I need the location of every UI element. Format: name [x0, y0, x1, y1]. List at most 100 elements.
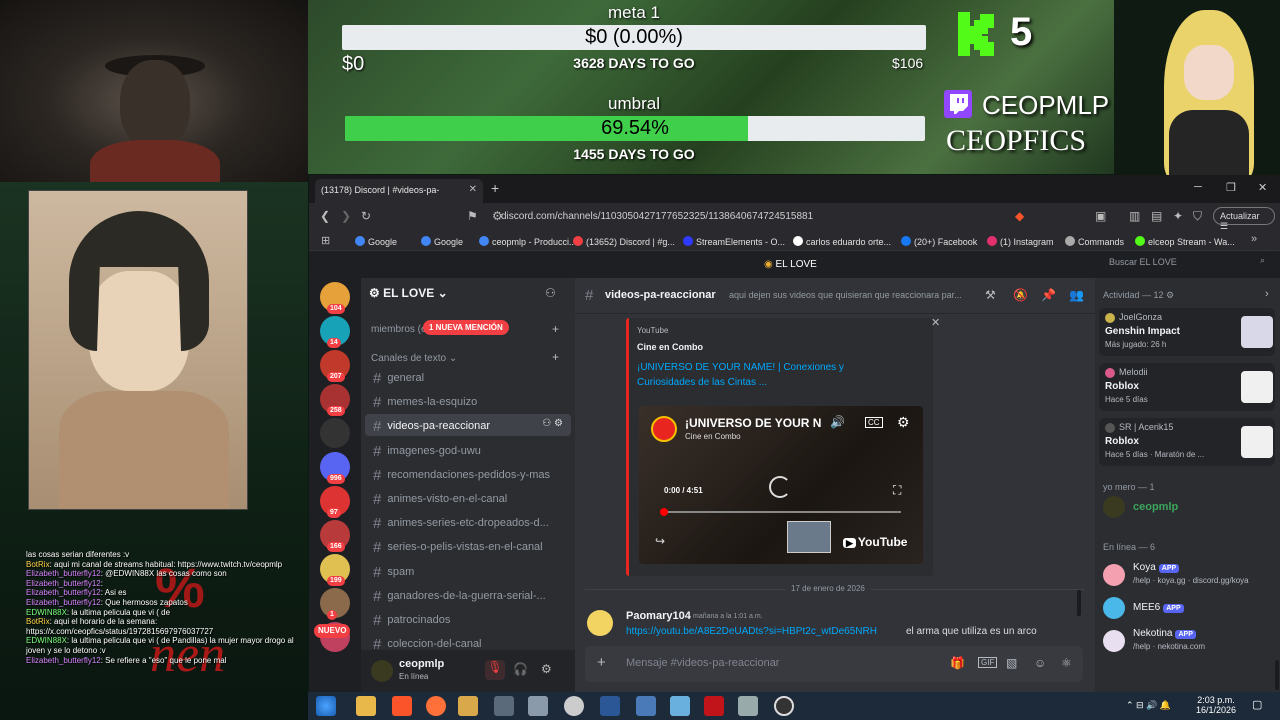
user-settings-icon[interactable]: ⚙	[541, 662, 552, 676]
notification-center-icon[interactable]: ▢	[1252, 698, 1262, 711]
member-avatar[interactable]	[1103, 496, 1125, 518]
bookmark-item[interactable]: elceop Stream - Wa...	[1135, 236, 1235, 247]
bookmark-item[interactable]: Google	[355, 236, 397, 247]
minimize-icon[interactable]: ─	[1194, 181, 1202, 193]
tray-icons[interactable]: ⌃ ⊟ 🔊 🔔	[1126, 700, 1171, 711]
filezilla-icon[interactable]	[704, 696, 724, 716]
channel-topic[interactable]: aqui dejen sus videos que quisieran que …	[729, 290, 979, 300]
start-icon[interactable]	[316, 696, 336, 716]
channel-memes-la-esquizo[interactable]: # memes-la-esquizo	[365, 390, 571, 412]
channel-videos-pa-reaccionar[interactable]: # videos-pa-reaccionar ⚇ ⚙	[365, 414, 571, 437]
vpn-icon[interactable]: ⛉	[1193, 209, 1202, 224]
forward-icon[interactable]: ❯	[341, 209, 351, 223]
obs-icon[interactable]	[774, 696, 794, 716]
apps-icon[interactable]: ⚛	[1061, 656, 1072, 670]
member-scrollbar[interactable]	[1275, 660, 1279, 690]
channel-ganadores-de-la-guerra-serial-[interactable]: # ganadores-de-la-guerra-serial-...	[365, 584, 571, 606]
headphones-icon[interactable]: 🎧	[513, 662, 528, 676]
sidebar-icon[interactable]: ▥	[1129, 209, 1140, 223]
category-label[interactable]: Canales de texto ⌄	[371, 353, 457, 364]
more-bookmarks-icon[interactable]: »	[1251, 233, 1257, 245]
player-title[interactable]: ¡UNIVERSO DE YOUR N	[685, 416, 821, 430]
activity-expand-icon[interactable]: ›	[1265, 288, 1269, 300]
player-settings-icon[interactable]: ⚙	[897, 414, 910, 431]
channel-spam[interactable]: # spam	[365, 560, 571, 582]
activity-card[interactable]: SR | Acerik15 Roblox Hace 5 días · Marat…	[1099, 418, 1275, 466]
back-icon[interactable]: ❮	[320, 209, 330, 223]
new-unread-pill[interactable]: NUEVO	[314, 624, 351, 638]
fullscreen-icon[interactable]: ⛶	[893, 483, 901, 498]
online-member[interactable]: Koya APP /help · koya.gg · discord.gg/koy…	[1099, 560, 1275, 590]
app-icon[interactable]	[494, 696, 514, 716]
channel-imagenes-god-uwu[interactable]: # imagenes-god-uwu	[365, 439, 571, 461]
user-avatar[interactable]	[371, 660, 393, 682]
online-member[interactable]: Nekotina APP /help · nekotina.com	[1099, 626, 1275, 656]
bookmark-item[interactable]: carlos eduardo orte...	[793, 236, 891, 247]
volume-icon[interactable]: 🔊	[830, 415, 845, 429]
apps-grid-icon[interactable]: ⊞	[321, 234, 330, 247]
bookmark-item[interactable]: (13652) Discord | #g...	[573, 236, 675, 247]
word-icon[interactable]	[600, 696, 620, 716]
wallet-icon[interactable]: ▤	[1151, 209, 1162, 223]
embed-author[interactable]: Cine en Combo	[637, 342, 703, 352]
threads-icon[interactable]: ⚒	[985, 288, 996, 302]
clock[interactable]: 2:03 p.m. 16/1/2026	[1196, 695, 1236, 715]
channel-animes-series-etc-dropeados-d[interactable]: # animes-series-etc-dropeados-d...	[365, 511, 571, 533]
add-channel-icon[interactable]: +	[552, 322, 559, 336]
channel-avatar[interactable]	[651, 416, 677, 442]
media-player-icon[interactable]	[458, 696, 478, 716]
channel-general[interactable]: # general	[365, 366, 571, 388]
new-mention-pill[interactable]: 1 NUEVA MENCIÓN	[423, 320, 509, 335]
message-link[interactable]: https://youtu.be/A8E2DeUADts?si=HBPt2c_w…	[626, 626, 877, 637]
bookmark-item[interactable]: ceopmlp - Producci...	[479, 236, 577, 247]
message-author[interactable]: Paomary104	[626, 610, 691, 622]
brave-icon[interactable]	[392, 696, 412, 716]
member-ceopmlp[interactable]: ceopmlp	[1133, 501, 1178, 513]
member-list-icon[interactable]: 👥	[1069, 288, 1084, 302]
app2-icon[interactable]	[636, 696, 656, 716]
firefox-icon[interactable]	[426, 696, 446, 716]
app3-icon[interactable]	[670, 696, 690, 716]
sticker-icon[interactable]: ▧	[1006, 656, 1017, 670]
maximize-icon[interactable]: ❐	[1226, 181, 1236, 194]
leo-icon[interactable]: ✦	[1173, 209, 1183, 223]
close-tab-icon[interactable]: ✕	[469, 184, 477, 195]
gif-icon[interactable]: GIF	[978, 657, 998, 668]
search-input[interactable]: Buscar EL LOVE ⌕	[1101, 252, 1271, 272]
members-channel[interactable]: miembros (e	[371, 324, 427, 335]
tab-discord[interactable]: (13178) Discord | #videos-pa- ✕	[315, 179, 483, 203]
pinned-icon[interactable]: 📌	[1041, 288, 1056, 302]
reload-icon[interactable]: ↻	[361, 209, 371, 223]
channel-patrocinados[interactable]: # patrocinados	[365, 608, 571, 630]
seek-bar[interactable]	[661, 511, 901, 513]
online-member[interactable]: MEE6 APP	[1099, 593, 1275, 623]
message-avatar[interactable]	[587, 610, 613, 636]
bookmark-item[interactable]: StreamElements - O...	[683, 236, 785, 247]
bookmark-item[interactable]: Google	[421, 236, 463, 247]
brave-shield-icon[interactable]: ◆	[1015, 209, 1024, 223]
obs-tool-icon[interactable]	[528, 696, 548, 716]
add-text-channel-icon[interactable]: +	[552, 350, 559, 364]
close-window-icon[interactable]: ✕	[1258, 181, 1267, 194]
bookmark-item[interactable]: (1) Instagram	[987, 236, 1054, 247]
settings-icon[interactable]	[564, 696, 584, 716]
notifications-muted-icon[interactable]: 🔕	[1013, 288, 1028, 302]
file-explorer-icon[interactable]	[356, 696, 376, 716]
seek-handle[interactable]	[660, 508, 668, 516]
mute-mic-icon[interactable]: 🎙	[485, 660, 505, 680]
bookmark-item[interactable]: Commands	[1065, 236, 1124, 247]
bookmark-icon[interactable]: ⚑	[467, 209, 478, 223]
captions-icon[interactable]: CC	[865, 417, 883, 428]
server-name[interactable]: ⚙ EL LOVE ⌄	[369, 286, 448, 300]
new-tab-button[interactable]: +	[491, 180, 499, 196]
channel-animes-visto-en-el-canal[interactable]: # animes-visto-en-el-canal	[365, 487, 571, 509]
activity-card[interactable]: JoelGonza Genshin Impact Más jugado: 26 …	[1099, 308, 1275, 356]
activity-card[interactable]: Melodii Roblox Hace 5 días	[1099, 363, 1275, 411]
channel-series-o-pelis-vistas-en-el-canal[interactable]: # series-o-pelis-vistas-en-el-canal	[365, 535, 571, 557]
attach-icon[interactable]: +	[597, 654, 606, 671]
embed-title[interactable]: ¡UNIVERSO DE YOUR NAME! | Conexiones y C…	[637, 360, 882, 390]
invite-icon[interactable]: ⚇	[545, 286, 556, 300]
emoji-icon[interactable]: ☺	[1034, 656, 1046, 670]
app4-icon[interactable]	[738, 696, 758, 716]
message-input[interactable]: + Mensaje #videos-pa-reaccionar 🎁 GIF ▧ …	[585, 646, 1083, 682]
